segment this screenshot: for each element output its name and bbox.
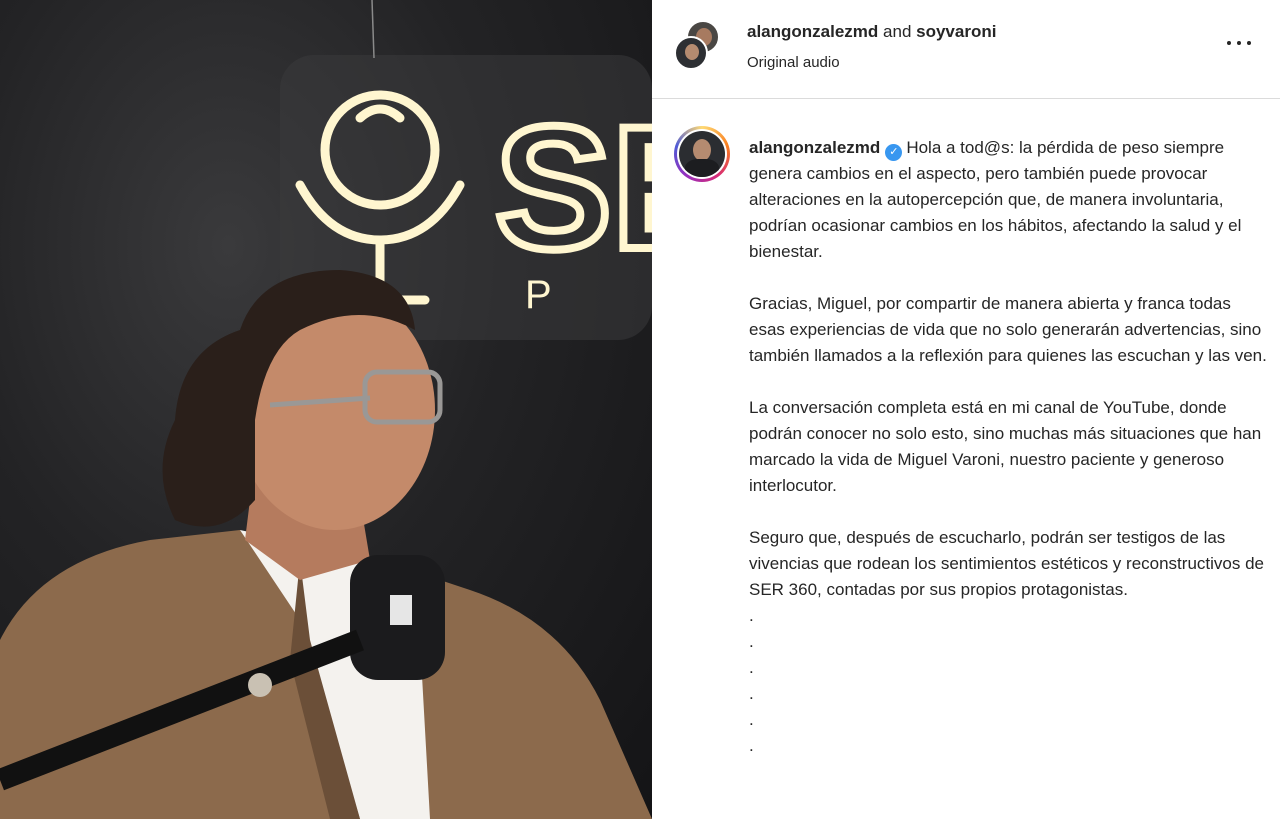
caption-paragraph: La conversación completa está en mi cana…	[749, 398, 1262, 495]
caption-dot-line: .	[749, 684, 754, 703]
post-details-panel: alangonzalezmd and soyvaroni Original au…	[652, 0, 1280, 819]
caption-dot-line: .	[749, 710, 754, 729]
post-caption: alangonzalezmd ✓ Hola a tod@s: la pérdida …	[749, 135, 1269, 759]
neon-sign-subtext: P O	[525, 273, 652, 317]
avatar-alangonzalezmd[interactable]	[674, 36, 708, 70]
caption-username-link[interactable]: alangonzalezmd	[749, 138, 880, 157]
caption-dot-line: .	[749, 736, 754, 755]
post-media-video[interactable]: SE P O	[0, 0, 652, 819]
avatar-alangonzalezmd	[679, 131, 725, 177]
caption-avatar-story-ring[interactable]	[674, 126, 730, 182]
post-authors: alangonzalezmd and soyvaroni	[747, 22, 996, 42]
author-link-soyvaroni[interactable]: soyvaroni	[916, 22, 996, 41]
instagram-post-view: SE P O	[0, 0, 1280, 819]
caption-section: alangonzalezmd ✓ Hola a tod@s: la pérdida …	[652, 100, 1280, 819]
caption-paragraph: Seguro que, después de escucharlo, podrá…	[749, 528, 1264, 599]
authors-joiner: and	[878, 22, 917, 41]
verified-badge-icon: ✓	[885, 144, 903, 161]
caption-dot-line: .	[749, 658, 754, 677]
collab-avatars[interactable]	[674, 20, 720, 72]
more-horizontal-icon	[1227, 41, 1231, 45]
more-horizontal-icon	[1237, 41, 1241, 45]
audio-link[interactable]: Original audio	[747, 54, 840, 71]
author-link-alangonzalezmd[interactable]: alangonzalezmd	[747, 22, 878, 41]
neon-sign-letters: SE	[495, 91, 652, 286]
more-horizontal-icon	[1247, 41, 1251, 45]
hanging-wire	[371, 0, 375, 59]
caption-paragraph: Gracias, Miguel, por compartir de manera…	[749, 294, 1267, 365]
post-header: alangonzalezmd and soyvaroni Original au…	[652, 0, 1280, 99]
video-frame: SE P O	[0, 0, 652, 819]
caption-dot-line: .	[749, 606, 754, 625]
caption-dot-line: .	[749, 632, 754, 651]
more-options-button[interactable]	[1222, 30, 1256, 56]
